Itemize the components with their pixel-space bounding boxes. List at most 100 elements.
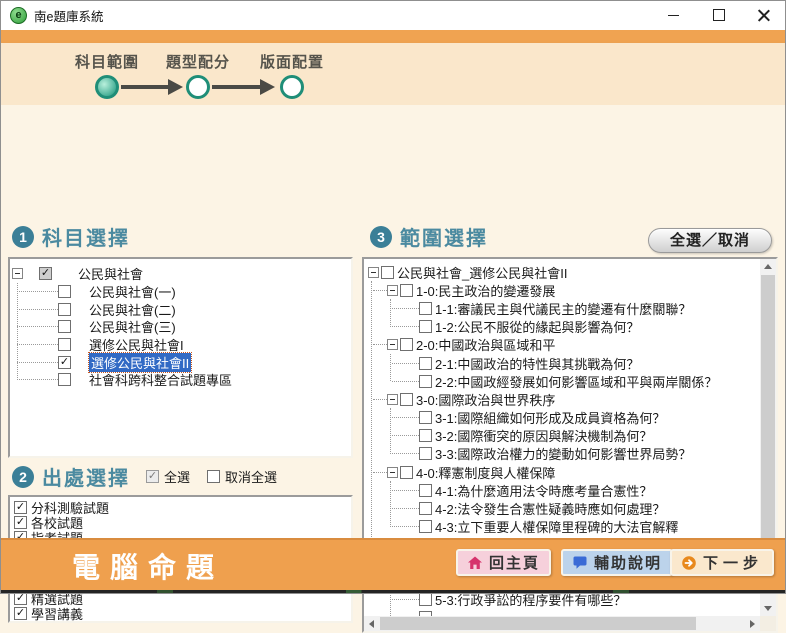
tree-item-label-selected[interactable]: 選修公民與社會II xyxy=(89,353,191,372)
tree-item-label[interactable]: 4-2:法令發生合憲性疑義時應如何處理？ xyxy=(435,499,665,518)
checkbox[interactable] xyxy=(419,411,432,424)
checkbox[interactable] xyxy=(419,320,432,333)
checkbox-checked[interactable]: ✓ xyxy=(14,607,27,620)
tree-item-label[interactable]: 公民與社會(二) xyxy=(89,300,176,319)
tree-row[interactable]: 4-1:為什麼適用法令時應考量合憲性？ xyxy=(366,481,760,499)
collapse-icon[interactable] xyxy=(387,394,398,405)
help-button[interactable]: 輔助說明 xyxy=(561,549,673,576)
tree-row[interactable]: 3-1:國際組織如何形成及成員資格為何？ xyxy=(366,409,760,427)
scroll-up-icon[interactable] xyxy=(760,259,776,274)
tree-row[interactable]: 2-1:中國政治的特性與其挑戰為何？ xyxy=(366,354,760,372)
tree-row[interactable]: 3-2:國際衝突的原因與解決機制為何？ xyxy=(366,427,760,445)
select-all-label[interactable]: 全選 xyxy=(164,467,190,486)
checkbox[interactable] xyxy=(400,284,413,297)
checkbox-checked[interactable]: ✓ xyxy=(14,516,27,529)
tree-item-label[interactable]: 1-2:公民不服從的緣起與影響為何？ xyxy=(435,317,639,336)
checkbox[interactable] xyxy=(58,338,71,351)
checkbox[interactable] xyxy=(419,484,432,497)
checkbox[interactable] xyxy=(419,502,432,515)
tree-item-label[interactable]: 3-0:國際政治與世界秩序 xyxy=(416,390,555,409)
tree-row[interactable]: 4-0:釋憲制度與人權保障 xyxy=(366,463,760,481)
scroll-right-icon[interactable] xyxy=(745,616,760,631)
tree-row-clipped[interactable] xyxy=(366,609,760,616)
tree-item-label[interactable]: 公民與社會 xyxy=(78,264,143,283)
tree-row[interactable]: 3-3:國際政治權力的變動如何影響世界局勢？ xyxy=(366,445,760,463)
tree-item-label[interactable]: 選修公民與社會I xyxy=(89,335,184,354)
tree-row[interactable]: 公民與社會(一) xyxy=(10,283,351,301)
checkbox-checked[interactable]: ✓ xyxy=(14,501,27,514)
checkbox[interactable] xyxy=(419,302,432,315)
tree-item-label[interactable]: 2-0:中國政治與區域和平 xyxy=(416,335,555,354)
checkbox[interactable] xyxy=(381,266,394,279)
checkbox-select-all[interactable]: ✓ xyxy=(146,470,159,483)
checkbox-partial[interactable]: ✓ xyxy=(39,267,52,280)
tree-item-label[interactable]: 公民與社會(三) xyxy=(89,317,176,336)
tree-item-label[interactable]: 公民與社會(一) xyxy=(89,282,176,301)
tree-row[interactable]: 1-0:民主政治的變遷發展 xyxy=(366,281,760,299)
maximize-button[interactable] xyxy=(696,0,741,30)
toggle-all-button[interactable]: 全選／取消 xyxy=(648,228,772,253)
tree-row-scope-root[interactable]: 公民與社會_選修公民與社會II xyxy=(366,263,760,281)
scroll-left-icon[interactable] xyxy=(364,616,379,631)
collapse-icon[interactable] xyxy=(12,268,23,279)
tree-row[interactable]: 公民與社會(三) xyxy=(10,318,351,336)
collapse-icon[interactable] xyxy=(368,267,379,278)
home-button[interactable]: 回主頁 xyxy=(456,549,551,576)
tree-row[interactable]: 1-2:公民不服從的緣起與影響為何？ xyxy=(366,318,760,336)
checkbox[interactable] xyxy=(58,320,71,333)
checkbox[interactable] xyxy=(419,357,432,370)
checkbox[interactable] xyxy=(419,375,432,388)
tree-item-label[interactable]: 3-3:國際政治權力的變動如何影響世界局勢？ xyxy=(435,444,691,463)
checkbox[interactable] xyxy=(419,520,432,533)
tree-item-label[interactable]: 4-1:為什麼適用法令時應考量合憲性？ xyxy=(435,481,652,500)
tree-row[interactable]: 3-0:國際政治與世界秩序 xyxy=(366,390,760,408)
orange-strip xyxy=(0,30,786,43)
checkbox[interactable] xyxy=(58,373,71,386)
horizontal-scrollbar[interactable] xyxy=(364,616,760,631)
tree-row[interactable]: 4-2:法令發生合憲性疑義時應如何處理？ xyxy=(366,499,760,517)
tree-row[interactable]: 4-3:立下重要人權保障里程碑的大法官解釋 xyxy=(366,518,760,536)
checkbox[interactable] xyxy=(400,466,413,479)
tree-item-label[interactable]: 2-1:中國政治的特性與其挑戰為何？ xyxy=(435,354,639,373)
checkbox-deselect-all[interactable] xyxy=(207,470,220,483)
tree-row-subject-root[interactable]: ✓ 公民與社會 xyxy=(10,265,351,283)
checkbox[interactable] xyxy=(58,285,71,298)
tree-item-label[interactable]: 4-0:釋憲制度與人權保障 xyxy=(416,463,555,482)
vertical-scroll-thumb[interactable] xyxy=(761,275,775,572)
close-button[interactable] xyxy=(741,0,786,30)
minimize-button[interactable] xyxy=(651,0,696,30)
next-step-button[interactable]: 下一步 xyxy=(670,549,774,576)
tree-item-label[interactable]: 3-2:國際衝突的原因與解決機制為何？ xyxy=(435,426,652,445)
tree-row-selected[interactable]: ✓ 選修公民與社會II xyxy=(10,353,351,371)
scroll-down-icon[interactable] xyxy=(760,601,776,616)
collapse-icon[interactable] xyxy=(387,339,398,350)
collapse-icon[interactable] xyxy=(387,467,398,478)
collapse-icon[interactable] xyxy=(387,285,398,296)
tree-row[interactable]: 2-0:中國政治與區域和平 xyxy=(366,336,760,354)
tree-item-label[interactable]: 1-1:審議民主與代議民主的變遷有什麼關聯？ xyxy=(435,299,691,318)
tree-row[interactable]: 1-1:審議民主與代議民主的變遷有什麼關聯？ xyxy=(366,299,760,317)
checkbox[interactable] xyxy=(58,303,71,316)
list-item[interactable]: ✓ 學習講義 xyxy=(14,606,351,621)
tree-item-label[interactable]: 社會科跨科整合試題專區 xyxy=(89,370,232,389)
tree-row[interactable]: 2-2:中國政經發展如何影響區域和平與兩岸關係？ xyxy=(366,372,760,390)
tree-item-label[interactable]: 1-0:民主政治的變遷發展 xyxy=(416,281,555,300)
checkbox[interactable] xyxy=(419,447,432,460)
tree-item-label[interactable]: 公民與社會_選修公民與社會II xyxy=(397,263,567,282)
horizontal-scroll-thumb[interactable] xyxy=(380,617,696,630)
checkbox[interactable] xyxy=(400,393,413,406)
tree-row[interactable]: 社會科跨科整合試題專區 xyxy=(10,371,351,389)
tree-row[interactable]: 公民與社會(二) xyxy=(10,300,351,318)
tree-row[interactable]: 選修公民與社會I xyxy=(10,336,351,354)
checkbox[interactable] xyxy=(400,338,413,351)
checkbox-checked[interactable]: ✓ xyxy=(58,356,71,369)
tree-item-label[interactable]: 3-1:國際組織如何形成及成員資格為何？ xyxy=(435,408,665,427)
checkbox[interactable] xyxy=(419,429,432,442)
deselect-all-label[interactable]: 取消全選 xyxy=(225,467,277,486)
deselect-all-control[interactable]: 取消全選 xyxy=(207,467,277,486)
tree-item-label[interactable]: 2-2:中國政經發展如何影響區域和平與兩岸關係？ xyxy=(435,372,717,391)
checkbox[interactable] xyxy=(419,593,432,606)
select-all-control[interactable]: ✓ 全選 xyxy=(146,467,190,486)
tree-item-label[interactable]: 4-3:立下重要人權保障里程碑的大法官解釋 xyxy=(435,517,678,536)
source-item-label[interactable]: 學習講義 xyxy=(31,604,83,623)
